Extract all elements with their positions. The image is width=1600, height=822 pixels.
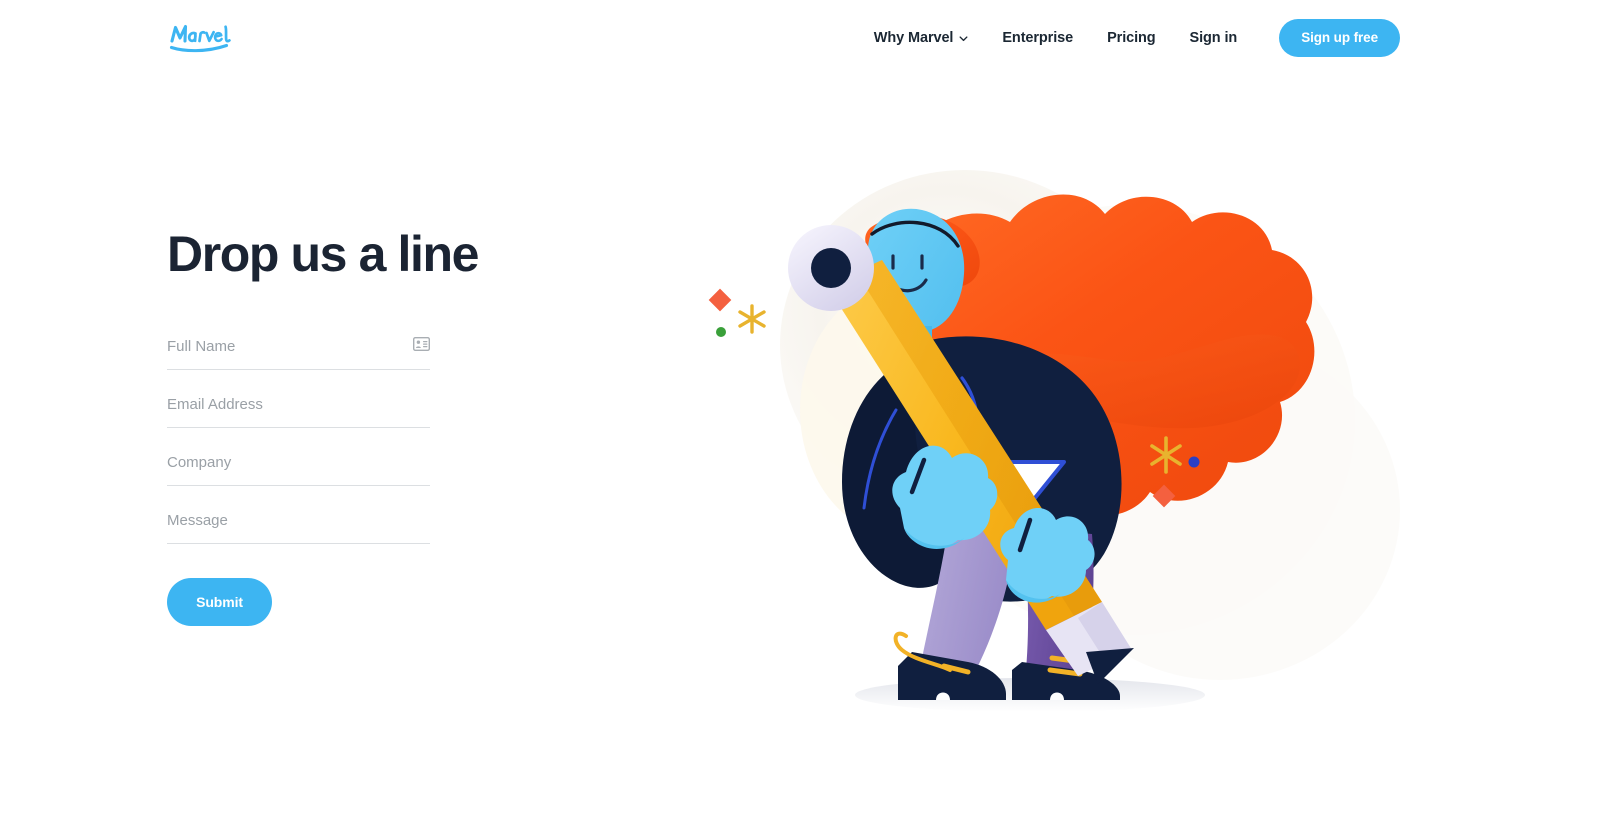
field-full-name bbox=[167, 336, 430, 370]
nav-item-label: Pricing bbox=[1107, 30, 1156, 46]
page-root: Why Marvel Enterprise Pricing Sign in Si… bbox=[0, 0, 1600, 822]
main-navigation: Why Marvel Enterprise Pricing Sign in Si… bbox=[874, 19, 1400, 57]
star-yellow-left bbox=[738, 304, 766, 334]
chevron-down-icon bbox=[959, 35, 968, 41]
site-header: Why Marvel Enterprise Pricing Sign in Si… bbox=[0, 0, 1600, 76]
nav-item-label: Sign in bbox=[1189, 30, 1238, 46]
page-title: Drop us a line bbox=[167, 226, 479, 282]
nav-item-label: Enterprise bbox=[1002, 30, 1074, 46]
full-name-input[interactable] bbox=[167, 336, 430, 359]
hero-illustration bbox=[700, 110, 1400, 790]
dot-green-left bbox=[716, 327, 726, 337]
nav-item-why-marvel[interactable]: Why Marvel bbox=[874, 30, 969, 46]
contact-card-icon[interactable] bbox=[413, 336, 430, 351]
field-company bbox=[167, 452, 430, 486]
nav-item-label: Why Marvel bbox=[873, 30, 954, 46]
diamond-orange-left bbox=[708, 288, 732, 312]
contact-form: Submit bbox=[167, 336, 447, 626]
submit-button[interactable]: Submit bbox=[167, 577, 272, 626]
nav-item-enterprise[interactable]: Enterprise bbox=[1002, 30, 1073, 46]
marvel-logo[interactable] bbox=[168, 21, 238, 55]
nav-item-sign-in[interactable]: Sign in bbox=[1190, 30, 1238, 46]
dot-blue-right bbox=[1188, 456, 1200, 468]
company-input[interactable] bbox=[167, 452, 430, 475]
character-with-pencil-illustration bbox=[708, 170, 1400, 712]
email-input[interactable] bbox=[167, 394, 430, 417]
field-email bbox=[167, 394, 430, 428]
sign-up-free-button[interactable]: Sign up free bbox=[1279, 19, 1400, 57]
field-message bbox=[167, 510, 430, 544]
message-input[interactable] bbox=[167, 510, 430, 533]
nav-item-pricing[interactable]: Pricing bbox=[1107, 30, 1156, 46]
contact-form-section: Drop us a line Full Name Email Address C… bbox=[167, 226, 479, 626]
